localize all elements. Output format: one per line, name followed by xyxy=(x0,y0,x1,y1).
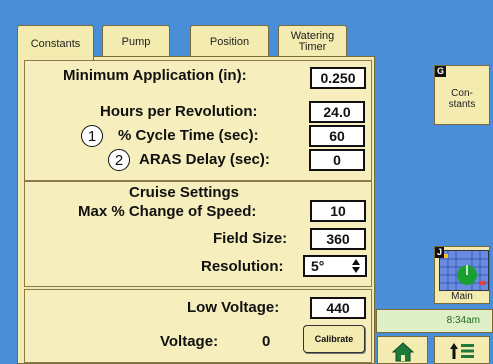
constants-shortcut-button[interactable]: G Con- stants xyxy=(434,65,490,125)
resolution-label: Resolution: xyxy=(201,258,284,275)
field-size-label: Field Size: xyxy=(213,230,288,247)
tab-pump[interactable]: Pump xyxy=(102,25,170,58)
max-speed-change-label: Max % Change of Speed: xyxy=(78,203,257,220)
home-icon xyxy=(392,342,414,362)
aras-delay-field[interactable]: 0 xyxy=(309,149,365,171)
tab-constants[interactable]: Constants xyxy=(17,25,94,62)
low-voltage-field[interactable]: 440 xyxy=(310,297,366,319)
callout-2: 2 xyxy=(108,149,130,171)
constants-shortcut-label: Con- stants xyxy=(448,88,476,110)
resolution-value: 5° xyxy=(311,258,325,274)
field-map-thumbnail-icon xyxy=(439,250,489,291)
tab-label: Pump xyxy=(121,35,151,48)
low-voltage-label: Low Voltage: xyxy=(187,299,280,316)
shortcut-key-g: G xyxy=(435,66,447,77)
cycle-time-field[interactable]: 60 xyxy=(309,125,365,147)
aras-delay-label: ARAS Delay (sec): xyxy=(139,151,270,168)
arrow-list-icon xyxy=(450,343,474,359)
voltage-value: 0 xyxy=(262,333,271,350)
resolution-select[interactable]: 5° xyxy=(303,255,367,277)
hours-per-revolution-field[interactable]: 24.0 xyxy=(309,101,365,123)
current-time: 8:34am xyxy=(446,315,480,326)
list-menu-button[interactable] xyxy=(434,336,490,364)
home-button[interactable] xyxy=(377,336,428,364)
tab-label: Watering Timer xyxy=(290,30,335,53)
tab-position[interactable]: Position xyxy=(190,25,269,58)
voltage-label: Voltage: xyxy=(160,333,219,350)
hours-per-revolution-label: Hours per Revolution: xyxy=(100,103,258,120)
field-size-field[interactable]: 360 xyxy=(310,228,366,250)
cruise-settings-title: Cruise Settings xyxy=(129,184,240,201)
tab-label: Position xyxy=(209,35,250,48)
calibrate-button[interactable]: Calibrate xyxy=(303,325,365,353)
callout-1: 1 xyxy=(81,125,103,147)
calibrate-label: Calibrate xyxy=(314,334,354,344)
up-down-arrows-icon xyxy=(352,259,360,273)
time-display: 8:34am xyxy=(376,309,493,333)
shortcut-key-j: J xyxy=(435,247,445,258)
min-application-field[interactable]: 0.250 xyxy=(310,67,366,89)
max-speed-change-field[interactable]: 10 xyxy=(310,200,366,222)
main-screen-button[interactable]: J Main xyxy=(434,246,490,304)
min-application-label: Minimum Application (in): xyxy=(63,67,247,84)
tab-watering-timer[interactable]: Watering Timer xyxy=(278,25,347,58)
main-button-label: Main xyxy=(451,291,473,302)
cycle-time-label: % Cycle Time (sec): xyxy=(118,127,259,144)
tab-label: Constants xyxy=(30,37,81,50)
